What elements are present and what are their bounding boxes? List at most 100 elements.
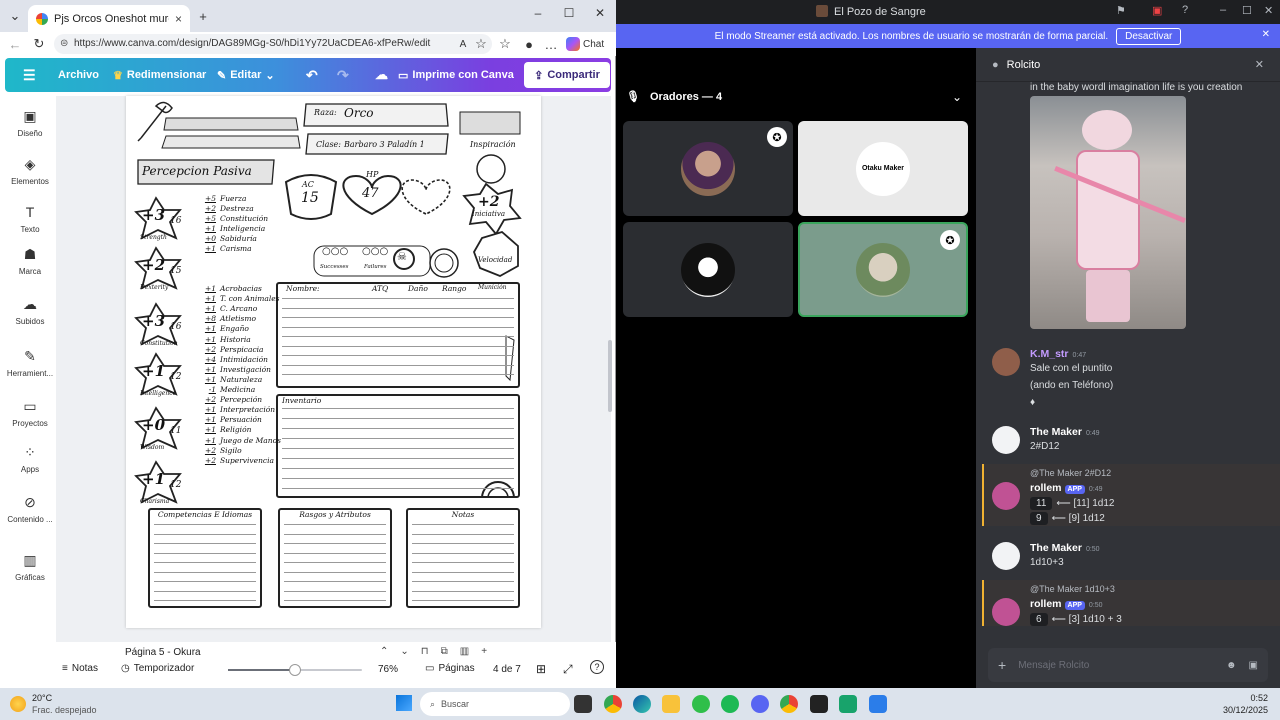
app-icon[interactable] — [810, 695, 828, 713]
reply-reference[interactable]: @The Maker 1d10+3 — [1030, 584, 1115, 594]
zoom-value[interactable]: 76% — [378, 664, 398, 675]
zoom-slider[interactable] — [228, 664, 362, 676]
message-author[interactable]: The Maker 0:50 — [1030, 542, 1100, 554]
tab-list-icon[interactable]: ⌄ — [4, 5, 26, 27]
chrome-profile-icon[interactable] — [780, 695, 798, 713]
undo-icon[interactable]: ↶ — [306, 58, 318, 92]
discord-minimize-icon[interactable]: – — [1220, 4, 1226, 16]
help-icon[interactable]: ? — [590, 660, 604, 674]
discord-close-icon[interactable]: ✕ — [1264, 4, 1273, 17]
desactivar-button[interactable]: Desactivar — [1116, 27, 1182, 45]
more-menu-icon[interactable]: … — [540, 33, 562, 55]
tab-close-icon[interactable]: × — [175, 12, 182, 26]
rail-item[interactable]: ✎ Herramient... — [5, 348, 55, 378]
speaker-tile[interactable] — [623, 222, 793, 317]
sticker-icon[interactable]: ☻ — [1226, 660, 1237, 671]
vertical-scrollbar[interactable] — [608, 340, 612, 412]
menu-icon[interactable]: ☰ — [23, 58, 36, 92]
redo-icon[interactable]: ↷ — [337, 58, 349, 92]
whatsapp-icon[interactable] — [692, 695, 710, 713]
rail-item[interactable]: ▭ Proyectos — [5, 398, 55, 428]
help-circle-icon[interactable]: ? — [1182, 4, 1188, 16]
minimize-icon[interactable]: – — [524, 6, 552, 20]
message-composer[interactable]: + Mensaje Rolcito ☻ ▣ — [988, 648, 1268, 682]
avatar[interactable] — [992, 598, 1020, 626]
spotify-icon[interactable] — [721, 695, 739, 713]
rail-item[interactable]: ▥ Gráficas — [5, 552, 55, 582]
back-icon[interactable]: ← — [4, 33, 26, 55]
timer-button[interactable]: ◷ Temporizador — [121, 663, 194, 674]
message-author[interactable]: The Maker 0:49 — [1030, 426, 1100, 438]
fullscreen-icon[interactable]: ⤢ — [563, 662, 573, 677]
notes-app-icon[interactable] — [869, 695, 887, 713]
collapse-chevron-icon[interactable]: ⌄ — [952, 90, 962, 104]
lock-icon[interactable]: ⊓ — [421, 646, 429, 657]
discord-maximize-icon[interactable]: ☐ — [1242, 4, 1252, 17]
gif-icon[interactable]: ▣ — [1249, 660, 1258, 671]
rail-item[interactable]: T Texto — [5, 204, 55, 234]
windows-start-icon[interactable] — [396, 695, 412, 711]
trash-icon[interactable]: ▥ — [460, 646, 469, 657]
favorites-icon[interactable]: ☆ — [494, 33, 516, 55]
url-field[interactable]: ⊜ https://www.canva.com/design/DAG89MGg-… — [54, 34, 492, 54]
new-tab-button[interactable]: + — [192, 5, 214, 27]
close-window-icon[interactable]: ✕ — [586, 6, 614, 20]
profile-icon[interactable]: ● — [518, 33, 540, 55]
avatar[interactable] — [992, 348, 1020, 376]
redimensionar-button[interactable]: ♛ Redimensionar — [113, 58, 206, 92]
file-explorer-icon[interactable] — [662, 695, 680, 713]
rail-item[interactable]: ◈ Elementos — [5, 156, 55, 186]
banner-close-icon[interactable]: ✕ — [1262, 29, 1270, 40]
rail-item[interactable]: ▣ Diseño — [5, 108, 55, 138]
weather-icon[interactable] — [10, 696, 26, 712]
chevron-up-icon[interactable]: ⌃ — [380, 646, 388, 657]
avatar[interactable] — [992, 482, 1020, 510]
archivo-menu[interactable]: Archivo — [58, 58, 99, 92]
rail-item[interactable]: ☁ Subidos — [5, 296, 55, 326]
stream-icon[interactable]: ▣ — [1152, 4, 1162, 17]
zoom-slider-knob[interactable] — [289, 664, 301, 676]
notes-button[interactable]: ≡ Notas — [62, 663, 98, 674]
edge-icon[interactable] — [633, 695, 651, 713]
message-author[interactable]: K.M_str 0:47 — [1030, 348, 1086, 360]
site-info-icon[interactable]: ⊜ — [60, 34, 68, 54]
message-author[interactable]: rollem APP 0:50 — [1030, 598, 1103, 610]
reply-reference[interactable]: @The Maker 2#D12 — [1030, 468, 1111, 478]
rail-item[interactable]: ☗ Marca — [5, 246, 55, 276]
editar-button[interactable]: ✎ Editar ⌄ — [217, 58, 275, 92]
grid-view-icon[interactable]: ⊞ — [536, 662, 546, 676]
thread-close-icon[interactable]: ✕ — [1255, 58, 1264, 71]
discord-icon[interactable] — [751, 695, 769, 713]
app-icon-green[interactable] — [839, 695, 857, 713]
add-attachment-icon[interactable]: + — [998, 657, 1006, 673]
task-view-icon[interactable] — [574, 695, 592, 713]
attached-image[interactable] — [1030, 96, 1186, 329]
speaker-tile[interactable]: Otaku Maker — [798, 121, 968, 216]
avatar[interactable] — [992, 426, 1020, 454]
compose-placeholder[interactable]: Mensaje Rolcito — [1018, 660, 1089, 671]
weather-temp[interactable]: 20°C — [32, 693, 52, 703]
copilot-chat-button[interactable]: Chat — [566, 35, 604, 53]
rail-item[interactable]: ⁘ Apps — [5, 444, 55, 474]
speaker-tile-speaking[interactable]: ✪ — [798, 222, 968, 317]
duplicate-icon[interactable]: ⧉ — [441, 646, 448, 657]
character-sheet-page[interactable]: Raza: Orco Clase: Barbaro 3 Paladín 1 In… — [126, 96, 541, 628]
rail-item[interactable]: ⊘ Contenido ... — [5, 494, 55, 524]
inbox-flag-icon[interactable]: ⚑ — [1116, 4, 1126, 17]
chevron-down-icon[interactable]: ⌄ — [400, 646, 408, 657]
avatar[interactable] — [992, 542, 1020, 570]
clock-time[interactable]: 0:52 — [1228, 693, 1268, 703]
share-button[interactable]: ⇪ Compartir — [524, 62, 610, 88]
chrome-icon[interactable] — [604, 695, 622, 713]
print-with-canva-button[interactable]: ▭ Imprime con Canva — [398, 58, 514, 92]
pages-button[interactable]: ▭ Páginas — [425, 663, 475, 674]
add-page-icon[interactable]: + — [481, 646, 487, 657]
favorite-star-icon[interactable]: ☆ — [470, 33, 492, 55]
taskbar-search[interactable]: ⌕ Buscar — [420, 692, 570, 716]
browser-tab[interactable]: Pjs Orcos Oneshot murder hobo - × — [28, 5, 190, 32]
clock-date[interactable]: 30/12/2025 — [1218, 705, 1268, 715]
reload-icon[interactable]: ↻ — [28, 33, 50, 55]
speaker-tile[interactable]: ✪ — [623, 121, 793, 216]
maximize-icon[interactable]: ☐ — [555, 6, 583, 20]
cloud-saved-icon[interactable]: ☁ — [375, 58, 388, 92]
